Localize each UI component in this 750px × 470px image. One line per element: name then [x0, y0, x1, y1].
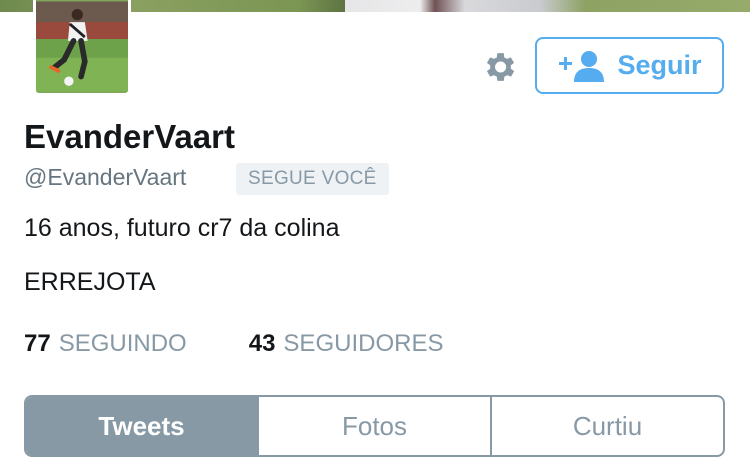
- tab-curtiu[interactable]: Curtiu: [490, 397, 723, 455]
- follows-you-badge: SEGUE VOCÊ: [236, 163, 389, 195]
- follow-button[interactable]: Seguir: [535, 37, 724, 94]
- profile-bio: 16 anos, futuro cr7 da colina: [24, 214, 340, 242]
- followers-stat[interactable]: 43 SEGUIDORES: [249, 330, 444, 358]
- followers-label: SEGUIDORES: [283, 330, 444, 357]
- profile-location: ERREJOTA: [24, 268, 156, 296]
- profile-stats: 77 SEGUINDO 43 SEGUIDORES: [24, 330, 443, 358]
- followers-count: 43: [248, 330, 276, 357]
- following-label: SEGUINDO: [58, 330, 187, 357]
- profile-tabs: Tweets Fotos Curtiu: [24, 395, 725, 457]
- tab-tweets[interactable]: Tweets: [26, 397, 257, 455]
- profile-handle: @EvanderVaart: [24, 164, 187, 190]
- follow-button-label: Seguir: [617, 50, 702, 80]
- following-stat[interactable]: 77 SEGUINDO: [24, 330, 187, 358]
- gear-icon[interactable]: [480, 48, 518, 86]
- add-user-icon: [559, 50, 605, 82]
- profile-name: EvanderVaart: [24, 118, 235, 155]
- avatar-photo: [36, 1, 128, 92]
- avatar[interactable]: [33, 0, 131, 96]
- tab-fotos[interactable]: Fotos: [257, 397, 490, 455]
- following-count: 77: [24, 330, 51, 357]
